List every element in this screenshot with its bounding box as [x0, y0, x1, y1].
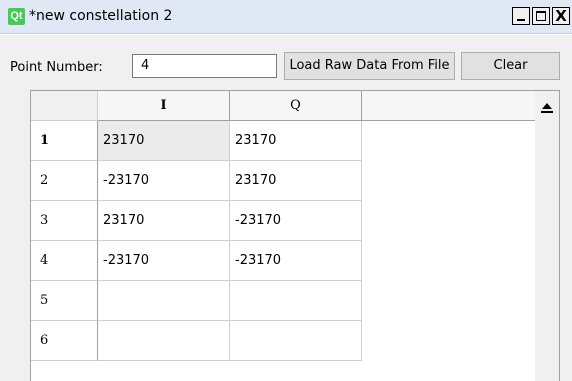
row-header[interactable]: 4 — [31, 241, 98, 281]
window-body: Point Number: 4 Load Raw Data From File … — [0, 35, 572, 381]
table-row: 3 23170 -23170 — [31, 201, 362, 241]
row-header[interactable]: 2 — [31, 161, 98, 201]
title-bar: Qt *new constellation 2 X — [0, 0, 572, 34]
table-cell[interactable] — [230, 321, 362, 361]
close-button[interactable]: X — [552, 7, 570, 25]
table-row: 6 — [31, 321, 362, 361]
table-cell[interactable]: 23170 — [230, 121, 362, 161]
qt-app-icon: Qt — [8, 8, 25, 25]
table-corner-button[interactable] — [31, 91, 98, 121]
window-title: *new constellation 2 — [29, 8, 173, 24]
table-cell[interactable]: -23170 — [98, 241, 230, 281]
table-cell[interactable] — [98, 321, 230, 361]
table-cell[interactable]: 23170 — [230, 161, 362, 201]
table-cell[interactable]: -23170 — [230, 241, 362, 281]
column-header-i[interactable]: I — [98, 91, 230, 121]
table-cell[interactable]: -23170 — [98, 161, 230, 201]
vertical-scrollbar[interactable] — [535, 91, 559, 381]
clear-button[interactable]: Clear — [461, 52, 560, 80]
table-cell[interactable] — [98, 281, 230, 321]
table-cell[interactable] — [230, 281, 362, 321]
load-raw-data-button[interactable]: Load Raw Data From File — [284, 52, 455, 80]
row-header[interactable]: 3 — [31, 201, 98, 241]
minimize-button[interactable] — [512, 7, 530, 25]
maximize-button[interactable] — [532, 7, 550, 25]
row-header[interactable]: 6 — [31, 321, 98, 361]
window-controls: X — [512, 7, 570, 25]
table-row: 5 — [31, 281, 362, 321]
column-header-filler — [362, 91, 536, 121]
column-header-q[interactable]: Q — [230, 91, 362, 121]
data-table[interactable]: I Q 1 23170 23170 2 -23170 23170 3 23170… — [30, 90, 560, 381]
table-row: 2 -23170 23170 — [31, 161, 362, 201]
point-number-label: Point Number: — [10, 60, 103, 75]
table-row: 4 -23170 -23170 — [31, 241, 362, 281]
table-cell[interactable]: -23170 — [230, 201, 362, 241]
point-number-input[interactable]: 4 — [132, 54, 277, 78]
row-header[interactable]: 1 — [31, 121, 98, 161]
table-cell[interactable]: 23170 — [98, 201, 230, 241]
scroll-up-icon[interactable] — [537, 99, 557, 117]
row-header[interactable]: 5 — [31, 281, 98, 321]
table-row: 1 23170 23170 — [31, 121, 362, 161]
scroll-down-icon[interactable] — [537, 375, 557, 381]
table-cell[interactable]: 23170 — [98, 121, 230, 161]
